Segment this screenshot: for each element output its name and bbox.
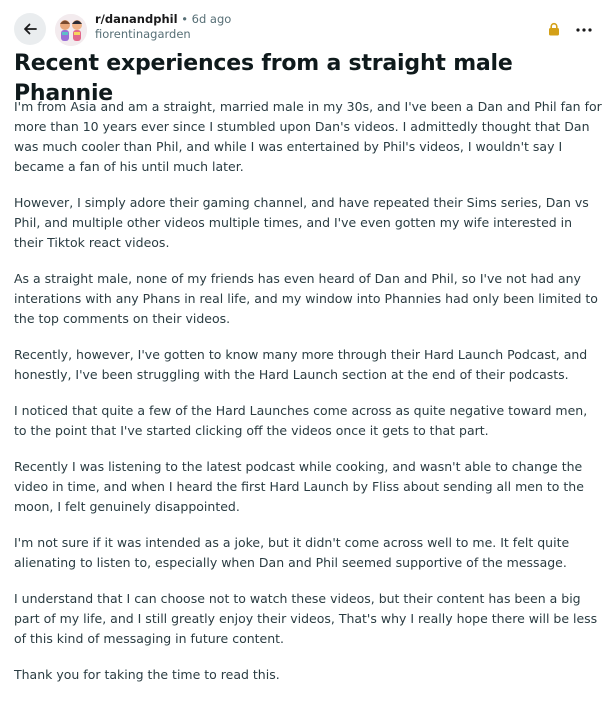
post-paragraph: I'm from Asia and am a straight, married…: [14, 99, 602, 174]
subreddit-link[interactable]: r/danandphil: [95, 12, 178, 26]
author-link[interactable]: fiorentinagarden: [95, 27, 231, 42]
post-body: I'm from Asia and am a straight, married…: [14, 97, 602, 701]
post-paragraph: As a straight male, none of my friends h…: [14, 271, 598, 326]
post-paragraph: Thank you for taking the time to read th…: [14, 667, 280, 682]
back-button[interactable]: [14, 13, 46, 45]
subreddit-avatar[interactable]: [55, 14, 87, 46]
post-paragraph: Recently I was listening to the latest p…: [14, 459, 584, 514]
post-paragraph: Recently, however, I've gotten to know m…: [14, 347, 588, 382]
meta-separator: •: [181, 12, 188, 26]
more-options-icon: [576, 28, 592, 32]
back-arrow-icon: [24, 23, 37, 35]
post-meta: r/danandphil • 6d ago fiorentinagarden: [95, 12, 231, 42]
post-paragraph: I'm not sure if it was intended as a jok…: [14, 535, 570, 570]
lock-icon: [549, 22, 559, 36]
post-paragraph: However, I simply adore their gaming cha…: [14, 195, 589, 250]
post-header: r/danandphil • 6d ago fiorentinagarden: [14, 11, 599, 47]
post-paragraph: I understand that I can choose not to wa…: [14, 591, 598, 646]
more-options-button[interactable]: [571, 17, 597, 43]
post-paragraph: I noticed that quite a few of the Hard L…: [14, 403, 588, 438]
avatar-illustration: [55, 14, 87, 46]
post-age: 6d ago: [191, 12, 232, 26]
